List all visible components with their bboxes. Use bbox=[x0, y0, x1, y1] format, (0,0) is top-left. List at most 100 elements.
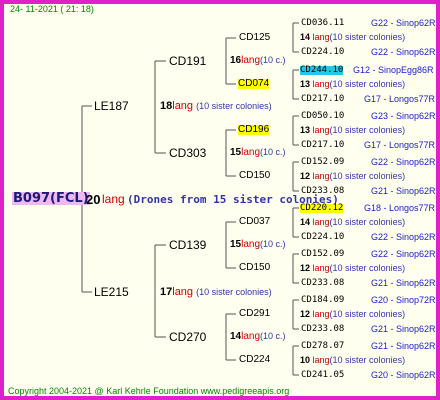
dam-name: LE215 bbox=[94, 285, 129, 299]
gp-sisters: (10 c.) bbox=[260, 55, 286, 65]
ggp-sisters: (10 sister colonies) bbox=[329, 355, 406, 365]
leaf-name: CD184.09 bbox=[301, 295, 345, 305]
leaf-name: CD152.09 bbox=[301, 249, 345, 259]
report-date: 24- 11-2021 ( 21: 18) bbox=[10, 4, 94, 14]
leaf-name: CD217.10 bbox=[301, 94, 345, 104]
ggp-lang: lang bbox=[312, 32, 330, 42]
ggp-lang: lang bbox=[312, 171, 330, 181]
gp-name: CD139 bbox=[169, 238, 207, 252]
ggp-lang: lang bbox=[312, 355, 330, 365]
ggp-lang: lang bbox=[312, 217, 330, 227]
ggp-count: 13 bbox=[300, 79, 311, 89]
leaf-name: CD036.11 bbox=[301, 18, 345, 28]
leaf-name: CD224.10 bbox=[301, 232, 345, 242]
ggp-name: CD291 bbox=[239, 308, 271, 319]
ggp-lang: lang bbox=[312, 79, 330, 89]
root-queen: B097(FCL) bbox=[12, 191, 90, 206]
dam-count: 17 bbox=[160, 286, 173, 298]
sire-sisters: (10 sister colonies) bbox=[196, 101, 272, 111]
ggp-count: 13 bbox=[300, 125, 311, 135]
gp-lang: lang bbox=[241, 147, 261, 158]
gp-count: 15 bbox=[230, 147, 242, 158]
gp-sisters: (10 c.) bbox=[260, 147, 286, 157]
gp-lang: lang bbox=[241, 331, 261, 342]
dam-sisters: (10 sister colonies) bbox=[196, 287, 272, 297]
gp-count: 14 bbox=[230, 331, 242, 342]
dam-lang: lang bbox=[172, 286, 194, 298]
ggp-count: 12 bbox=[300, 171, 311, 181]
leaf-info: G20 - Sinop72R bbox=[371, 295, 436, 305]
leaf-info: G18 - Longos77R bbox=[364, 203, 436, 213]
leaf-name: CD278.07 bbox=[301, 341, 345, 351]
ggp-count: 14 bbox=[300, 32, 311, 42]
root-lang: lang bbox=[102, 192, 125, 206]
leaf-info: G22 - Sinop62R bbox=[371, 47, 436, 57]
gp-info: 14lang(10 c.) bbox=[230, 332, 286, 342]
ggp-count: 12 bbox=[300, 263, 311, 273]
leaf-name: CD233.08 bbox=[301, 278, 345, 288]
leaf-info: G22 - Sinop62R bbox=[371, 232, 436, 242]
leaf-name: CD224.10 bbox=[301, 47, 345, 57]
leaf-info: G12 - SinopEgg86R bbox=[353, 65, 434, 75]
ggp-sisters: (10 sister colonies) bbox=[329, 125, 406, 135]
leaf-name: CD217.10 bbox=[301, 140, 345, 150]
ggp-sisters: (10 sister colonies) bbox=[329, 171, 406, 181]
leaf-name: CD241.05 bbox=[301, 370, 345, 380]
gp-name: CD270 bbox=[169, 330, 207, 344]
sire-lang: lang bbox=[172, 100, 194, 112]
ggp-info: 13 lang(10 sister colonies) bbox=[300, 80, 405, 89]
ggp-name: CD150 bbox=[239, 170, 271, 181]
ggp-name: CD074 bbox=[238, 78, 270, 89]
ggp-name: CD224 bbox=[239, 354, 271, 365]
sire-info: 18lang (10 sister colonies) bbox=[160, 101, 272, 112]
gp-count: 15 bbox=[230, 239, 242, 250]
leaf-info: G22 - Sinop62R bbox=[371, 18, 436, 28]
copyright-footer: Copyright 2004-2021 @ Karl Kehrle Founda… bbox=[8, 386, 290, 396]
leaf-info: G23 - Sinop62R bbox=[371, 111, 436, 121]
ggp-name: CD037 bbox=[239, 216, 271, 227]
ggp-sisters: (10 sister colonies) bbox=[329, 32, 406, 42]
ggp-lang: lang bbox=[312, 309, 330, 319]
ggp-name: CD125 bbox=[239, 32, 271, 43]
leaf-info: G21 - Sinop62R bbox=[371, 278, 436, 288]
leaf-info: G22 - Sinop62R bbox=[371, 157, 436, 167]
ggp-sisters: (10 sister colonies) bbox=[329, 263, 406, 273]
leaf-name: CD233.08 bbox=[301, 324, 345, 334]
leaf-info: G21 - Sinop62R bbox=[371, 324, 436, 334]
dam-info: 17lang (10 sister colonies) bbox=[160, 287, 272, 298]
leaf-name: CD233.08 bbox=[301, 186, 345, 196]
gp-info: 16lang(10 c.) bbox=[230, 56, 286, 66]
ggp-info: 14 lang(10 sister colonies) bbox=[300, 33, 405, 42]
ggp-count: 12 bbox=[300, 309, 311, 319]
ggp-sisters: (10 sister colonies) bbox=[329, 217, 406, 227]
sire-count: 18 bbox=[160, 100, 173, 112]
ggp-count: 10 bbox=[300, 355, 311, 365]
gp-name: CD303 bbox=[169, 146, 207, 160]
leaf-info: G20 - Sinop62R bbox=[371, 370, 436, 380]
leaf-info: G21 - Sinop62R bbox=[371, 186, 436, 196]
root-count: 20 bbox=[86, 192, 101, 207]
ggp-info: 12 lang(10 sister colonies) bbox=[300, 172, 405, 181]
leaf-name: CD244.10 bbox=[300, 65, 344, 75]
gp-sisters: (10 c.) bbox=[260, 331, 286, 341]
gp-info: 15lang(10 c.) bbox=[230, 240, 286, 250]
ggp-info: 13 lang(10 sister colonies) bbox=[300, 126, 405, 135]
ggp-lang: lang bbox=[312, 263, 330, 273]
gp-lang: lang bbox=[241, 239, 261, 250]
leaf-name: CD220.12 bbox=[300, 203, 344, 213]
ggp-lang: lang bbox=[312, 125, 330, 135]
leaf-info: G17 - Longos77R bbox=[364, 94, 436, 104]
ggp-info: 14 lang(10 sister colonies) bbox=[300, 218, 405, 227]
ggp-count: 14 bbox=[300, 217, 311, 227]
ggp-info: 12 lang(10 sister colonies) bbox=[300, 264, 405, 273]
ggp-name: CD196 bbox=[238, 124, 270, 135]
leaf-name: CD152.09 bbox=[301, 157, 345, 167]
gp-name: CD191 bbox=[169, 54, 207, 68]
ggp-info: 10 lang(10 sister colonies) bbox=[300, 356, 405, 365]
gp-info: 15lang(10 c.) bbox=[230, 148, 286, 158]
leaf-info: G17 - Longos77R bbox=[364, 140, 436, 150]
ggp-info: 12 lang(10 sister colonies) bbox=[300, 310, 405, 319]
gp-sisters: (10 c.) bbox=[260, 239, 286, 249]
sire-name: LE187 bbox=[94, 99, 129, 113]
gp-count: 16 bbox=[230, 55, 242, 66]
